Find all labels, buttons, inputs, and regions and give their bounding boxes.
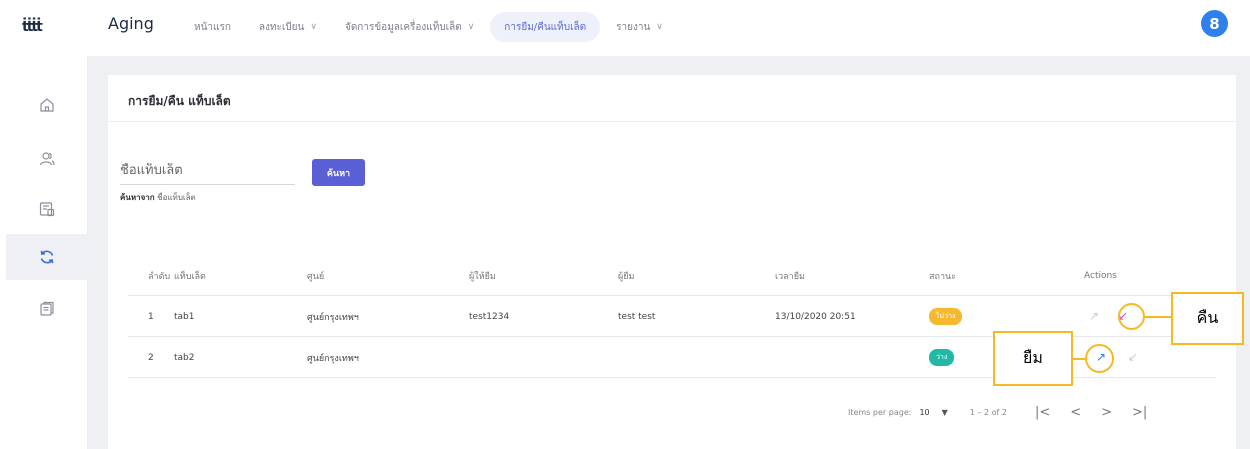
nav-manage-tablets[interactable]: จัดการข้อมูลเครื่องแท็บเล็ต ∨ <box>331 12 488 42</box>
app-logo[interactable]: ṫṫṫṫ <box>22 19 43 35</box>
cell-borrower: test test <box>618 311 656 322</box>
borrow-highlight-circle <box>1085 344 1114 373</box>
borrow-highlight-connector <box>1073 358 1085 360</box>
cell-center: ศูนย์กรุงเทพฯ <box>307 312 359 323</box>
header-status[interactable]: สถานะ <box>929 255 956 296</box>
return-highlight-connector <box>1145 316 1171 318</box>
sidebar-item-users[interactable] <box>6 136 88 182</box>
cell-tablet: tab2 <box>174 352 195 363</box>
return-highlight-circle <box>1118 303 1145 330</box>
sidebar-item-home[interactable] <box>6 82 88 128</box>
search-button[interactable]: ค้นหา <box>312 159 365 186</box>
borrow-return-card: การยืม/คืน แท็บเล็ต ค้นหาจาก ชื่อแท็บเล็… <box>108 75 1236 449</box>
status-badge: ว่าง <box>929 349 955 366</box>
cell-center: ศูนย์กรุงเทพฯ <box>307 353 359 364</box>
sidebar-item-borrow-return[interactable] <box>6 234 88 280</box>
header-lender[interactable]: ผู้ให้ยืม <box>469 255 496 296</box>
chevron-down-icon: ∨ <box>467 22 475 32</box>
top-navbar: ṫṫṫṫ Aging หน้าแรก ลงทะเบียน ∨ จัดการข้อม… <box>0 0 1250 56</box>
table-header: ลำดับ แท็บเล็ต ศูนย์ ผู้ให้ยืม ผู้ยืม เว… <box>128 255 1216 296</box>
nav-home[interactable]: หน้าแรก <box>180 12 245 42</box>
chevron-down-icon: ∨ <box>310 22 317 32</box>
cell-no: 1 <box>148 311 154 322</box>
first-page-button[interactable]: |< <box>1035 405 1050 420</box>
divider <box>108 121 1236 122</box>
cell-tablet: tab1 <box>174 311 195 322</box>
last-page-button[interactable]: >| <box>1132 405 1147 420</box>
page-size-select[interactable]: 10 <box>919 408 929 417</box>
devices-icon <box>39 202 55 217</box>
status-badge: ไม่ว่าง <box>929 308 963 325</box>
search-hint: ค้นหาจาก ชื่อแท็บเล็ต <box>120 191 196 204</box>
status-cell: ไม่ว่าง <box>929 296 963 337</box>
header-borrow-time[interactable]: เวลายืม <box>775 255 805 296</box>
nav-registration[interactable]: ลงทะเบียน ∨ <box>245 12 331 42</box>
documents-icon <box>40 301 54 316</box>
refresh-icon <box>40 250 54 264</box>
nav-home-label: หน้าแรก <box>194 21 231 33</box>
nav-reports[interactable]: รายงาน ∨ <box>602 12 677 42</box>
header-borrower[interactable]: ผู้ยืม <box>618 255 634 296</box>
cell-lender: test1234 <box>469 311 510 322</box>
nav-registration-label: ลงทะเบียน <box>258 21 305 33</box>
borrow-arrow-icon[interactable]: ↗ <box>1089 309 1099 323</box>
paginator: Items per page: 10 ▼ 1 – 2 of 2 |< < > >… <box>848 400 1167 424</box>
header-center[interactable]: ศูนย์ <box>307 255 324 296</box>
dropdown-arrow-icon[interactable]: ▼ <box>942 408 948 417</box>
app-name[interactable]: Aging <box>108 14 154 33</box>
home-icon <box>40 98 54 112</box>
header-no[interactable]: ลำดับ <box>148 255 170 296</box>
items-per-page-label: Items per page: <box>848 407 912 417</box>
sidebar <box>0 56 88 449</box>
cell-no: 2 <box>148 352 154 363</box>
sidebar-item-devices[interactable] <box>6 186 88 232</box>
cell-borrow-time: 13/10/2020 20:51 <box>775 311 856 322</box>
status-cell: ว่าง <box>929 337 955 378</box>
header-tablet[interactable]: แท็บเล็ต <box>174 255 206 296</box>
nav-borrow-return-label: การยืม/คืนแท็บเล็ต <box>504 21 587 33</box>
nav-reports-label: รายงาน <box>616 21 651 33</box>
search-hint-field: ชื่อแท็บเล็ต <box>157 193 196 202</box>
borrow-callout: ยืม <box>993 331 1073 386</box>
search-hint-prefix: ค้นหาจาก <box>120 193 155 202</box>
main-nav: หน้าแรก ลงทะเบียน ∨ จัดการข้อมูลเครื่องแท… <box>180 12 677 42</box>
page-title: การยืม/คืน แท็บเล็ต <box>128 94 231 108</box>
previous-page-button[interactable]: < <box>1070 405 1081 420</box>
page-range: 1 – 2 of 2 <box>969 407 1007 417</box>
search-input[interactable] <box>120 163 290 178</box>
chevron-down-icon: ∨ <box>656 22 663 32</box>
next-page-button[interactable]: > <box>1101 405 1112 420</box>
return-callout: คืน <box>1171 292 1244 345</box>
nav-manage-tablets-label: จัดการข้อมูลเครื่องแท็บเล็ต <box>344 21 462 33</box>
header-actions: Actions <box>1084 270 1117 281</box>
sidebar-item-documents[interactable] <box>6 286 88 332</box>
nav-borrow-return[interactable]: การยืม/คืนแท็บเล็ต <box>490 12 601 42</box>
search-field <box>120 159 295 185</box>
return-arrow-icon[interactable]: ↙ <box>1128 350 1138 364</box>
user-avatar[interactable]: 8 <box>1201 10 1228 37</box>
users-icon <box>39 152 55 166</box>
